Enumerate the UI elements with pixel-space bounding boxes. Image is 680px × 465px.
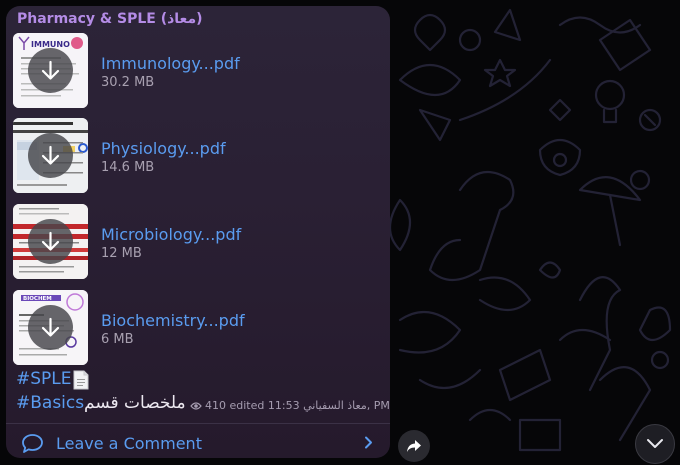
svg-text:BIOCHEM: BIOCHEM	[23, 296, 52, 302]
download-button[interactable]	[28, 305, 73, 350]
eye-icon	[190, 402, 202, 410]
file-item-biochemistry[interactable]: BIOCHEM Biochemistry...pdf 6 MB	[13, 290, 383, 366]
download-icon	[41, 145, 60, 165]
post-text: ملخصات قسم	[84, 393, 186, 413]
leave-comment-label: Leave a Comment	[56, 434, 202, 453]
file-thumbnail	[13, 204, 88, 279]
author-time: معاذ السفياني, PM	[303, 399, 390, 412]
file-size: 12 MB	[101, 246, 142, 261]
download-icon	[41, 231, 60, 251]
edited-time: edited 11:53	[229, 399, 300, 412]
channel-name[interactable]: Pharmacy & SPLE (معاذ)	[17, 11, 203, 27]
file-name[interactable]: Immunology...pdf	[101, 54, 240, 73]
chevron-right-icon	[365, 436, 372, 449]
comment-icon	[22, 434, 43, 453]
view-count: 410	[205, 399, 226, 412]
share-button[interactable]	[398, 430, 430, 462]
download-button[interactable]	[28, 133, 73, 178]
share-icon	[407, 440, 421, 452]
file-thumbnail: BIOCHEM	[13, 290, 88, 365]
download-button[interactable]	[28, 219, 73, 264]
file-thumbnail	[13, 118, 88, 193]
hashtag-sple[interactable]: #SPLE	[16, 369, 72, 389]
file-item-microbiology[interactable]: Microbiology...pdf 12 MB	[13, 204, 383, 280]
file-thumbnail: IMMUNO	[13, 33, 88, 108]
file-name[interactable]: Microbiology...pdf	[101, 225, 241, 244]
download-button[interactable]	[28, 48, 73, 93]
file-size: 6 MB	[101, 332, 134, 347]
leave-comment-button[interactable]: Leave a Comment	[6, 424, 390, 458]
chevron-down-icon	[647, 439, 663, 448]
file-item-physiology[interactable]: Physiology...pdf 14.6 MB	[13, 118, 383, 194]
file-size: 14.6 MB	[101, 160, 155, 175]
file-name[interactable]: Physiology...pdf	[101, 139, 226, 158]
document-icon	[73, 370, 89, 390]
post-meta: 410 edited 11:53 معاذ السفياني, PM	[190, 399, 390, 412]
download-icon	[41, 317, 60, 337]
file-item-immunology[interactable]: IMMUNO Immunology...pdf 30.2 MB	[13, 33, 383, 109]
file-name[interactable]: Biochemistry...pdf	[101, 311, 245, 330]
download-icon	[41, 60, 60, 80]
channel-post-bubble: Pharmacy & SPLE (معاذ) IMMUNO Immunology…	[6, 6, 390, 458]
file-size: 30.2 MB	[101, 75, 155, 90]
scroll-to-bottom-button[interactable]	[635, 424, 675, 464]
hashtag-basics[interactable]: #Basics	[16, 393, 84, 413]
